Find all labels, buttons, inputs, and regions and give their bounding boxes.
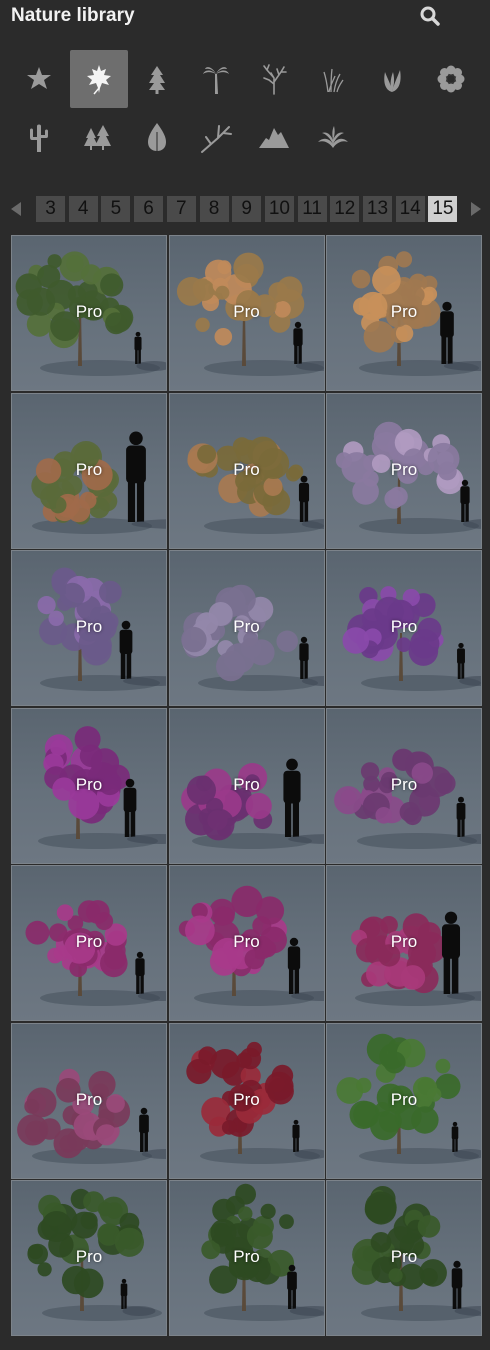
pro-badge: Pro	[233, 302, 260, 321]
pro-badge: Pro	[390, 774, 418, 794]
page-button[interactable]: 4	[68, 196, 98, 222]
page-button[interactable]: 15	[428, 196, 458, 222]
asset-tile[interactable]: Pro	[326, 392, 482, 549]
pro-badge: Pro	[75, 932, 103, 951]
next-arrow-icon[interactable]	[468, 200, 484, 218]
page-button[interactable]: 13	[363, 196, 392, 222]
pro-badge: Pro	[390, 617, 418, 636]
forest-icon[interactable]	[68, 108, 126, 166]
pro-badge: Pro	[75, 1089, 103, 1109]
asset-tile[interactable]: Pro	[168, 550, 325, 706]
page-button[interactable]: 14	[395, 196, 425, 222]
asset-tile[interactable]: Pro	[11, 1022, 167, 1179]
branch-icon[interactable]	[187, 108, 245, 166]
pro-badge: Pro	[233, 459, 260, 479]
pro-badge: Pro	[390, 302, 418, 321]
page-button[interactable]: 11	[297, 196, 327, 222]
asset-tile[interactable]: Pro	[326, 1180, 482, 1336]
grass-icon[interactable]	[304, 50, 362, 108]
pro-badge: Pro	[233, 774, 260, 794]
asset-tile[interactable]: Pro	[11, 235, 167, 391]
pro-badge: Pro	[390, 932, 418, 951]
asset-tile[interactable]: Pro	[168, 235, 325, 391]
page-button[interactable]: 9	[232, 196, 262, 222]
mountain-icon[interactable]	[245, 108, 303, 166]
asset-tile[interactable]: Pro	[11, 392, 167, 549]
asset-tile[interactable]: Pro	[326, 550, 482, 706]
palm-tree-icon[interactable]	[187, 50, 245, 108]
star-icon[interactable]	[10, 50, 68, 108]
bare-tree-icon[interactable]	[245, 50, 303, 108]
asset-tile[interactable]: Pro	[11, 707, 167, 864]
pro-badge: Pro	[75, 302, 103, 321]
pro-badge: Pro	[390, 1089, 418, 1109]
asset-tile[interactable]: Pro	[11, 1180, 167, 1336]
asset-tile[interactable]: Pro	[168, 392, 325, 549]
search-icon[interactable]	[418, 4, 442, 28]
page-button[interactable]: 12	[330, 196, 360, 222]
pro-badge: Pro	[233, 1089, 260, 1109]
pro-badge: Pro	[75, 774, 103, 794]
pro-badge: Pro	[390, 1247, 418, 1266]
asset-tile[interactable]: Pro	[168, 1180, 325, 1336]
prev-arrow-icon[interactable]	[8, 200, 24, 218]
plant-icon[interactable]	[363, 50, 421, 108]
pagination: 3 4 5 6 7 8 9 10 11 12 13 14 15	[0, 194, 490, 224]
asset-tile[interactable]: Pro	[168, 707, 325, 864]
pro-badge: Pro	[233, 932, 260, 951]
leaf-drop-icon[interactable]	[128, 108, 186, 166]
maple-leaf-icon[interactable]	[70, 50, 128, 108]
page-title: Nature library	[11, 5, 135, 26]
asset-tile[interactable]: Pro	[11, 550, 167, 706]
fern-icon[interactable]	[304, 108, 362, 166]
asset-tile[interactable]: Pro	[11, 865, 167, 1021]
pro-badge: Pro	[75, 459, 103, 479]
asset-tile[interactable]: Pro	[326, 865, 482, 1021]
flower-icon[interactable]	[422, 50, 480, 108]
pro-badge: Pro	[233, 1247, 260, 1266]
pro-badge: Pro	[75, 617, 103, 636]
asset-tile[interactable]: Pro	[326, 707, 482, 864]
page-button[interactable]: 10	[264, 196, 294, 222]
asset-tile[interactable]: Pro	[168, 865, 325, 1021]
asset-tile[interactable]: Pro	[168, 1022, 325, 1179]
page-button[interactable]: 6	[134, 196, 164, 222]
page-button[interactable]: 8	[199, 196, 229, 222]
header: Nature library	[0, 0, 490, 32]
pro-badge: Pro	[233, 617, 260, 636]
page-button[interactable]: 3	[36, 196, 65, 222]
asset-tile[interactable]: Pro	[326, 1022, 482, 1179]
page-button[interactable]: 7	[166, 196, 196, 222]
pro-badge: Pro	[390, 459, 418, 479]
asset-tile[interactable]: Pro	[326, 235, 482, 391]
page-button[interactable]: 5	[101, 196, 131, 222]
conifer-icon[interactable]	[128, 50, 186, 108]
cactus-icon[interactable]	[10, 108, 68, 166]
pro-badge: Pro	[75, 1247, 103, 1266]
